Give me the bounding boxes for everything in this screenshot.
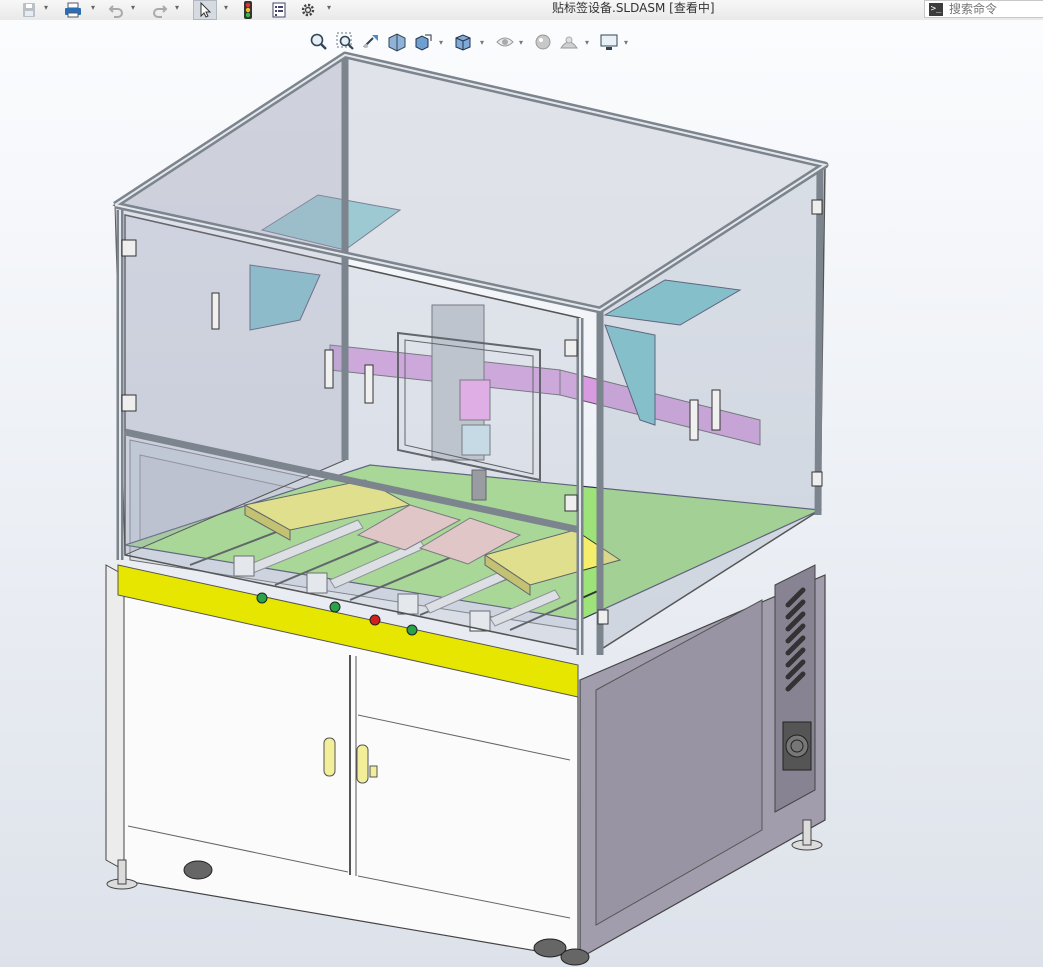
assembly-model[interactable] [0,0,1043,967]
right-door-handle[interactable] [356,744,369,784]
left-door-handle[interactable] [323,737,336,777]
door-latch [369,765,378,778]
cooling-fan-grille [782,721,812,771]
